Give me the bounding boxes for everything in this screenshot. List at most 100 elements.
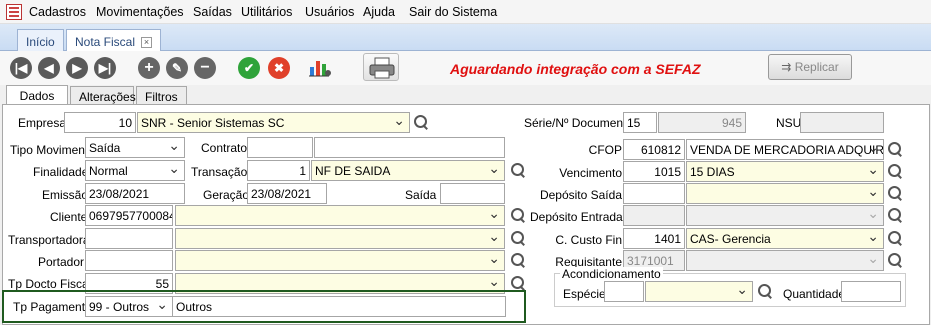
cfop-code-field[interactable]: 610812: [623, 139, 685, 160]
deposito-saida-label: Depósito Saída: [539, 188, 622, 202]
menu-movimentacoes[interactable]: Movimentações: [96, 5, 184, 19]
edit-icon[interactable]: ✎: [166, 57, 188, 79]
geracao-label: Geração: [203, 188, 250, 202]
print-button[interactable]: [363, 53, 399, 81]
menu-ajuda[interactable]: Ajuda: [363, 5, 395, 19]
search-tp-docto-icon[interactable]: [510, 275, 526, 291]
tab-nota-fiscal[interactable]: Nota Fiscal ×: [66, 29, 162, 51]
documento-field: 945: [658, 112, 746, 133]
chart-settings-icon[interactable]: [307, 55, 333, 79]
close-tab-icon[interactable]: ×: [141, 37, 153, 49]
first-record-icon[interactable]: |◀: [10, 57, 32, 79]
menu-sair[interactable]: Sair do Sistema: [409, 5, 497, 19]
tipo-movimento-value: Saída: [89, 141, 121, 155]
portador-code-field[interactable]: [85, 250, 173, 271]
printer-icon: [369, 57, 395, 79]
tab-dados[interactable]: Dados: [6, 85, 68, 105]
replicar-button[interactable]: ⇉ Replicar: [768, 54, 852, 80]
replicate-icon: ⇉: [781, 60, 795, 74]
menu-utilitarios[interactable]: Utilitários: [241, 5, 292, 19]
menu-cadastros[interactable]: Cadastros: [29, 5, 86, 19]
tab-alteracoes[interactable]: Alterações: [70, 86, 136, 105]
tp-pagamento-select[interactable]: 99 - Outros: [85, 296, 173, 317]
vencimento-label: Vencimento: [559, 166, 622, 180]
cliente-code-field[interactable]: 06979577000840: [85, 205, 173, 226]
deposito-entrada-code-field: [623, 205, 685, 226]
search-portador-icon[interactable]: [510, 252, 526, 268]
transacao-name-value: NF DE SAIDA: [315, 164, 391, 178]
contrato-field[interactable]: [247, 137, 313, 158]
search-cfop-icon[interactable]: [887, 141, 903, 157]
saida-field[interactable]: [440, 183, 505, 204]
finalidade-select[interactable]: Normal: [85, 160, 185, 181]
transportadora-select[interactable]: [175, 228, 505, 249]
tab-inicio-label: Início: [26, 35, 55, 49]
finalidade-label: Finalidade: [33, 165, 89, 179]
vencimento-select[interactable]: 15 DIAS: [686, 161, 884, 182]
confirm-icon[interactable]: ✔: [238, 57, 260, 79]
emissao-field[interactable]: 23/08/2021: [85, 183, 185, 204]
tab-filtros[interactable]: Filtros: [136, 86, 187, 105]
tp-pagamento-label: Tp Pagamento: [13, 300, 92, 314]
search-empresa-icon[interactable]: [413, 114, 429, 130]
transacao-code-field[interactable]: 1: [247, 160, 310, 181]
next-record-icon[interactable]: ▶: [66, 57, 88, 79]
transportadora-code-field[interactable]: [85, 228, 173, 249]
serie-label: Série/Nº Documento: [524, 116, 634, 130]
especie-select[interactable]: [645, 281, 753, 302]
contrato-desc-field[interactable]: [314, 137, 505, 158]
search-requisitante-icon[interactable]: [887, 252, 903, 268]
search-custo-icon[interactable]: [887, 230, 903, 246]
empresa-label: Empresa: [18, 116, 67, 130]
tab-inicio[interactable]: Início: [17, 29, 64, 51]
search-especie-icon[interactable]: [757, 283, 773, 299]
add-icon[interactable]: +: [138, 57, 160, 79]
finalidade-value: Normal: [89, 164, 128, 178]
vencimento-name-value: 15 DIAS: [690, 165, 735, 179]
especie-label: Espécie: [563, 287, 606, 301]
custo-select[interactable]: CAS- Gerencia: [686, 228, 884, 249]
menu-saidas[interactable]: Saídas: [193, 5, 232, 19]
requisitante-select: [686, 250, 884, 271]
integration-status-text: Aguardando integração com a SEFAZ: [450, 61, 701, 77]
portador-select[interactable]: [175, 250, 505, 271]
tipo-movimento-select[interactable]: Saída: [85, 137, 185, 158]
search-cliente-icon[interactable]: [510, 207, 526, 223]
transacao-label: Transação: [191, 165, 248, 179]
empresa-select[interactable]: SNR - Senior Sistemas SC: [137, 112, 410, 133]
geracao-field[interactable]: 23/08/2021: [247, 183, 327, 204]
transacao-select[interactable]: NF DE SAIDA: [311, 160, 505, 181]
deposito-saida-select[interactable]: [686, 183, 884, 204]
tp-pagamento-value: 99 - Outros: [89, 300, 150, 314]
menu-usuarios[interactable]: Usuários: [305, 5, 354, 19]
menu-bar: Cadastros Movimentações Saídas Utilitári…: [0, 0, 931, 24]
search-deposito-saida-icon[interactable]: [887, 185, 903, 201]
deposito-saida-code-field[interactable]: [623, 183, 685, 204]
quantidade-label: Quantidade: [783, 287, 846, 301]
portador-label: Portador: [38, 255, 85, 269]
cancel-icon[interactable]: ✖: [268, 57, 290, 79]
vencimento-code-field[interactable]: 1015: [623, 161, 685, 182]
custo-label: C. Custo Fin: [555, 233, 622, 247]
custo-code-field[interactable]: 1401: [623, 228, 685, 249]
quantidade-field[interactable]: [841, 281, 901, 302]
nsu-field: [800, 112, 884, 133]
empresa-name-value: SNR - Senior Sistemas SC: [141, 116, 285, 130]
app-icon: [6, 4, 22, 20]
especie-code-field[interactable]: [604, 281, 644, 302]
search-transportadora-icon[interactable]: [510, 230, 526, 246]
last-record-icon[interactable]: ▶|: [94, 57, 116, 79]
cfop-label: CFOP: [588, 143, 622, 157]
tp-pagamento-desc-field[interactable]: Outros: [172, 296, 506, 317]
tab-nota-fiscal-label: Nota Fiscal: [75, 35, 136, 49]
search-deposito-entrada-icon[interactable]: [887, 207, 903, 223]
previous-record-icon[interactable]: ◀: [38, 57, 60, 79]
search-transacao-icon[interactable]: [510, 162, 526, 178]
serie-field[interactable]: 15: [623, 112, 657, 133]
cliente-select[interactable]: [175, 205, 505, 226]
remove-icon[interactable]: −: [194, 57, 216, 79]
search-vencimento-icon[interactable]: [887, 163, 903, 179]
cfop-select[interactable]: VENDA DE MERCADORIA ADQUIRIDA: [686, 139, 884, 160]
empresa-code-field[interactable]: 10: [64, 112, 136, 133]
nsu-label: NSU: [776, 116, 802, 130]
